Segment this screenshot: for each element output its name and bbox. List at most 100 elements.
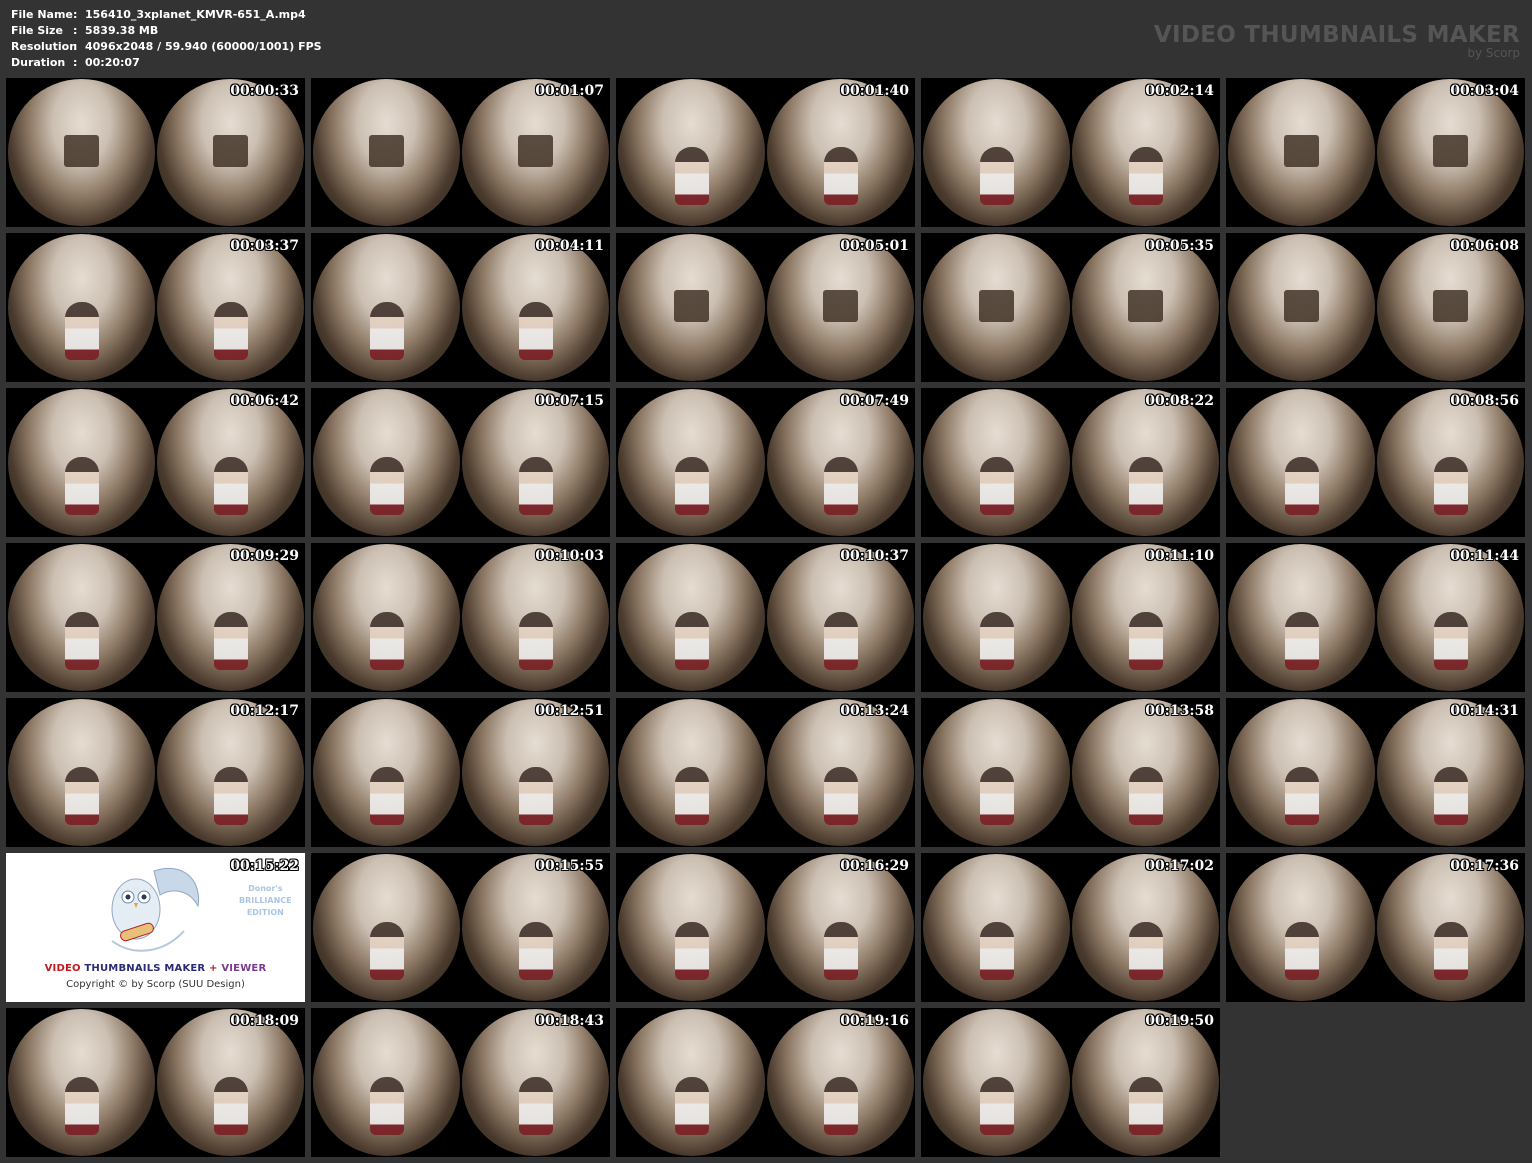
info-label: File Name <box>11 8 73 21</box>
info-row-file-size: File Size : 5839.38 MB <box>11 23 322 39</box>
timestamp-label: 00:17:36 <box>1450 858 1519 874</box>
video-thumbnail[interactable]: 00:18:43 <box>311 1008 610 1157</box>
fisheye-frame-left <box>923 699 1070 846</box>
video-thumbnail[interactable]: 00:04:11 <box>311 233 610 382</box>
timestamp-label: 00:04:11 <box>535 238 604 254</box>
fisheye-frame-left <box>923 1009 1070 1156</box>
timestamp-label: 00:19:16 <box>840 1013 909 1029</box>
video-thumbnail[interactable]: 00:08:56 <box>1226 388 1525 537</box>
fisheye-frame-right <box>1377 234 1524 381</box>
info-separator: : <box>73 24 78 37</box>
video-thumbnail[interactable]: 00:05:01 <box>616 233 915 382</box>
fisheye-frame-right <box>462 79 609 226</box>
fisheye-frame-left <box>313 854 460 1001</box>
video-thumbnail[interactable]: 00:13:58 <box>921 698 1220 847</box>
fisheye-frame-right <box>462 544 609 691</box>
fisheye-frame-left <box>618 544 765 691</box>
video-thumbnail[interactable]: 00:06:08 <box>1226 233 1525 382</box>
video-thumbnail[interactable]: 00:02:14 <box>921 78 1220 227</box>
fisheye-frame-left <box>618 854 765 1001</box>
fisheye-frame-left <box>313 544 460 691</box>
fisheye-frame-left <box>1228 854 1375 1001</box>
timestamp-label: 00:12:17 <box>230 703 299 719</box>
fisheye-frame-right <box>157 1009 304 1156</box>
fisheye-frame-right <box>767 1009 914 1156</box>
timestamp-label: 00:07:15 <box>535 393 604 409</box>
fisheye-frame-left <box>8 234 155 381</box>
fisheye-frame-right <box>1072 544 1219 691</box>
video-thumbnail[interactable]: 00:12:51 <box>311 698 610 847</box>
fisheye-frame-right <box>157 699 304 846</box>
video-thumbnail[interactable]: 00:03:37 <box>6 233 305 382</box>
video-thumbnail[interactable]: 00:08:22 <box>921 388 1220 537</box>
video-thumbnail[interactable]: 00:00:33 <box>6 78 305 227</box>
fisheye-frame-right <box>767 79 914 226</box>
fisheye-frame-right <box>1072 79 1219 226</box>
video-thumbnail[interactable]: 00:07:49 <box>616 388 915 537</box>
video-thumbnail[interactable]: 00:16:29 <box>616 853 915 1002</box>
timestamp-label: 00:11:10 <box>1145 548 1214 564</box>
timestamp-label: 00:05:01 <box>840 238 909 254</box>
logo-edition-text: Donor's BRILLIANCE EDITION <box>239 884 292 917</box>
video-thumbnail[interactable]: 00:10:03 <box>311 543 610 692</box>
timestamp-label: 00:14:31 <box>1450 703 1519 719</box>
video-thumbnail[interactable]: 00:17:36 <box>1226 853 1525 1002</box>
timestamp-label: 00:07:49 <box>840 393 909 409</box>
video-thumbnail[interactable]: 00:19:16 <box>616 1008 915 1157</box>
fisheye-frame-left <box>8 699 155 846</box>
brand-watermark: VIDEO THUMBNAILS MAKER by Scorp <box>1154 22 1520 59</box>
logo-title: VIDEO THUMBNAILS MAKER + VIEWER <box>44 963 267 974</box>
timestamp-label: 00:19:50 <box>1145 1013 1214 1029</box>
fisheye-frame-left <box>618 389 765 536</box>
owl-logo-icon <box>111 867 200 952</box>
fisheye-frame-left <box>313 79 460 226</box>
info-value: 4096x2048 / 59.940 (60000/1001) FPS <box>85 40 322 53</box>
video-thumbnail[interactable]: 00:01:07 <box>311 78 610 227</box>
video-thumbnail[interactable]: 00:12:17 <box>6 698 305 847</box>
fisheye-frame-right <box>767 854 914 1001</box>
fisheye-frame-left <box>1228 389 1375 536</box>
timestamp-label: 00:12:51 <box>535 703 604 719</box>
timestamp-label: 00:05:35 <box>1145 238 1214 254</box>
fisheye-frame-left <box>313 234 460 381</box>
timestamp-label: 00:01:40 <box>840 83 909 99</box>
fisheye-frame-right <box>157 234 304 381</box>
info-row-duration: Duration : 00:20:07 <box>11 55 322 71</box>
video-thumbnail[interactable]: 00:15:55 <box>311 853 610 1002</box>
video-thumbnail[interactable]: 00:11:44 <box>1226 543 1525 692</box>
logo-copyright: Copyright © by Scorp (SUU Design) <box>66 979 245 990</box>
video-thumbnail[interactable]: 00:09:29 <box>6 543 305 692</box>
fisheye-frame-left <box>1228 234 1375 381</box>
video-thumbnail[interactable]: 00:19:50 <box>921 1008 1220 1157</box>
video-thumbnail[interactable]: 00:13:24 <box>616 698 915 847</box>
fisheye-frame-left <box>1228 544 1375 691</box>
logo-thumbnail[interactable]: Donor's BRILLIANCE EDITION VIDEO THUMBNAILS… <box>6 853 305 1002</box>
timestamp-label: 00:02:14 <box>1145 83 1214 99</box>
info-row-resolution: Resolution : 4096x2048 / 59.940 (60000/1… <box>11 39 322 55</box>
video-thumbnail[interactable]: 00:01:40 <box>616 78 915 227</box>
fisheye-frame-left <box>923 234 1070 381</box>
video-thumbnail[interactable]: 00:06:42 <box>6 388 305 537</box>
video-thumbnail[interactable]: 00:14:31 <box>1226 698 1525 847</box>
info-value: 156410_3xplanet_KMVR-651_A.mp4 <box>85 8 306 21</box>
fisheye-frame-left <box>8 1009 155 1156</box>
timestamp-label: 00:08:56 <box>1450 393 1519 409</box>
video-thumbnail[interactable]: 00:11:10 <box>921 543 1220 692</box>
info-label: Duration <box>11 56 66 69</box>
timestamp-label: 00:13:58 <box>1145 703 1214 719</box>
video-thumbnail[interactable]: 00:07:15 <box>311 388 610 537</box>
video-thumbnail[interactable]: 00:18:09 <box>6 1008 305 1157</box>
file-info-panel: File Name : 156410_3xplanet_KMVR-651_A.m… <box>11 7 322 71</box>
fisheye-frame-right <box>462 1009 609 1156</box>
video-thumbnail[interactable]: 00:17:02 <box>921 853 1220 1002</box>
info-value: 00:20:07 <box>85 56 140 69</box>
timestamp-label: 00:10:37 <box>840 548 909 564</box>
fisheye-frame-right <box>462 389 609 536</box>
video-thumbnail[interactable]: 00:10:37 <box>616 543 915 692</box>
timestamp-label: 00:01:07 <box>535 83 604 99</box>
fisheye-frame-right <box>767 234 914 381</box>
video-thumbnail[interactable]: 00:03:04 <box>1226 78 1525 227</box>
info-separator: : <box>73 8 78 21</box>
timestamp-label: 00:06:42 <box>230 393 299 409</box>
video-thumbnail[interactable]: 00:05:35 <box>921 233 1220 382</box>
